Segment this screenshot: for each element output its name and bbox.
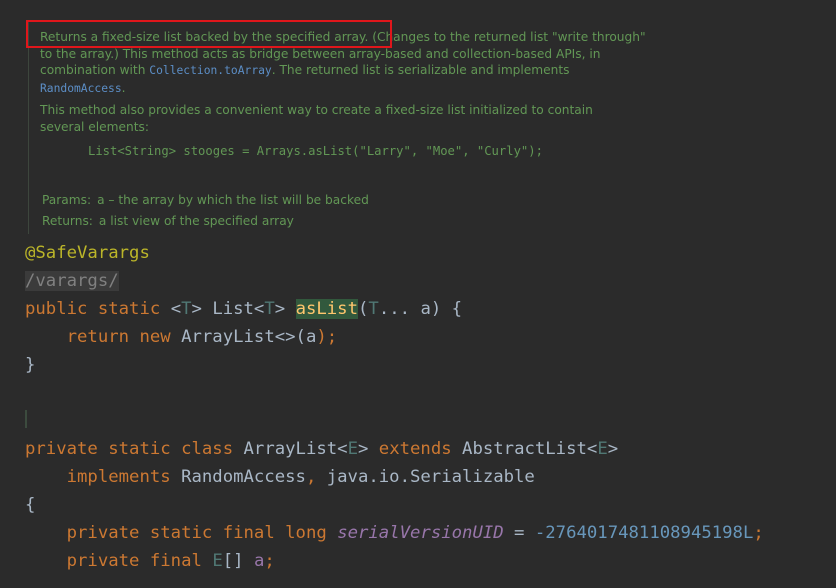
punct: >	[607, 439, 619, 459]
type-name: List<	[212, 299, 265, 319]
code-line-implements[interactable]: implements RandomAccess, java.io.Seriali…	[25, 463, 535, 491]
param-name: a	[420, 299, 431, 319]
number-token: -	[534, 523, 546, 543]
punct: =	[503, 523, 535, 543]
code-line-open-brace[interactable]: {	[25, 491, 35, 519]
keyword-return: return	[66, 327, 130, 347]
punct: >	[357, 439, 379, 459]
keyword-public: public	[25, 299, 88, 319]
type-param: E	[212, 551, 223, 571]
brace: }	[25, 355, 36, 375]
returns-text: a list view of the specified array	[98, 214, 294, 228]
randomaccess-link[interactable]: RandomAccess	[40, 82, 122, 95]
field-name: serialVersionUID	[337, 523, 504, 543]
punct: ;	[753, 523, 764, 543]
returns-label: Returns:	[42, 214, 93, 228]
number-token: 2764017481108945198L	[545, 523, 754, 543]
punct: ) {	[430, 299, 463, 319]
annotation-highlight-box	[26, 20, 392, 48]
change-marker	[25, 410, 27, 428]
type-param: T	[264, 299, 275, 319]
punct: ,	[305, 467, 327, 487]
javadoc-description: This method also provides a convenient w…	[40, 103, 593, 134]
params-text: a – the array by which the list will be …	[97, 193, 369, 207]
punct: );	[316, 327, 338, 347]
comment-token: /varargs/	[25, 271, 119, 291]
keyword-final: final	[222, 523, 275, 543]
type-param: T	[368, 299, 379, 319]
type-name: java.io.Serializable	[326, 467, 535, 487]
brace: {	[25, 495, 36, 515]
javadoc-text: . The returned list is serializable and …	[271, 63, 570, 77]
keyword-static: static	[97, 299, 161, 319]
javadoc-params: Params: a – the array by which the list w…	[42, 192, 369, 209]
javadoc-panel: Returns a fixed-size list backed by the …	[28, 20, 836, 234]
keyword-extends: extends	[378, 439, 452, 459]
class-name: ArrayList<	[243, 439, 348, 459]
code-line-annotation[interactable]: @SafeVarargs	[25, 239, 150, 267]
code-line-method-signature[interactable]: public static <T> List<T> asList(T... a)…	[25, 295, 462, 323]
punct: >	[274, 299, 296, 319]
type-param: E	[347, 439, 358, 459]
param-name: a	[305, 327, 317, 347]
code-line-serial-uid[interactable]: private static final long serialVersionU…	[25, 519, 764, 547]
punct: ;	[264, 551, 275, 571]
type-name: RandomAccess	[181, 467, 306, 487]
code-line-close-brace[interactable]: }	[25, 351, 35, 379]
keyword-class: class	[181, 439, 234, 459]
collection-toarray-link[interactable]: Collection.toArray	[149, 64, 271, 77]
annotation-token: @SafeVarargs	[25, 243, 150, 263]
keyword-final: final	[149, 551, 202, 571]
method-name[interactable]: asList	[295, 299, 358, 319]
keyword-static: static	[149, 523, 213, 543]
punct: []	[222, 551, 254, 571]
keyword-static: static	[108, 439, 171, 459]
code-line-comment[interactable]: /varargs/	[25, 267, 119, 295]
code-line-return[interactable]: return new ArrayList<>(a);	[25, 323, 338, 351]
type-param: E	[597, 439, 608, 459]
javadoc-text: .	[121, 80, 126, 95]
keyword-private: private	[66, 551, 140, 571]
punct: ...	[378, 299, 421, 319]
keyword-private: private	[25, 439, 98, 459]
type-name: AbstractList<	[462, 439, 598, 459]
keyword-private: private	[66, 523, 140, 543]
params-label: Params:	[42, 193, 92, 207]
keyword-implements: implements	[66, 467, 171, 487]
punct: <	[170, 299, 182, 319]
javadoc-returns: Returns: a list view of the specified arr…	[42, 213, 294, 230]
type-name: ArrayList<>(	[181, 327, 306, 347]
punct: >	[191, 299, 213, 319]
type-param: T	[181, 299, 192, 319]
code-line-class-decl[interactable]: private static class ArrayList<E> extend…	[25, 435, 618, 463]
keyword-new: new	[139, 327, 171, 347]
field-name: a	[253, 551, 265, 571]
code-line-array-field[interactable]: private final E[] a;	[25, 547, 275, 575]
punct: (	[358, 299, 369, 319]
keyword-long: long	[285, 523, 327, 543]
javadoc-example-code: List<String> stooges = Arrays.asList("La…	[88, 144, 543, 158]
